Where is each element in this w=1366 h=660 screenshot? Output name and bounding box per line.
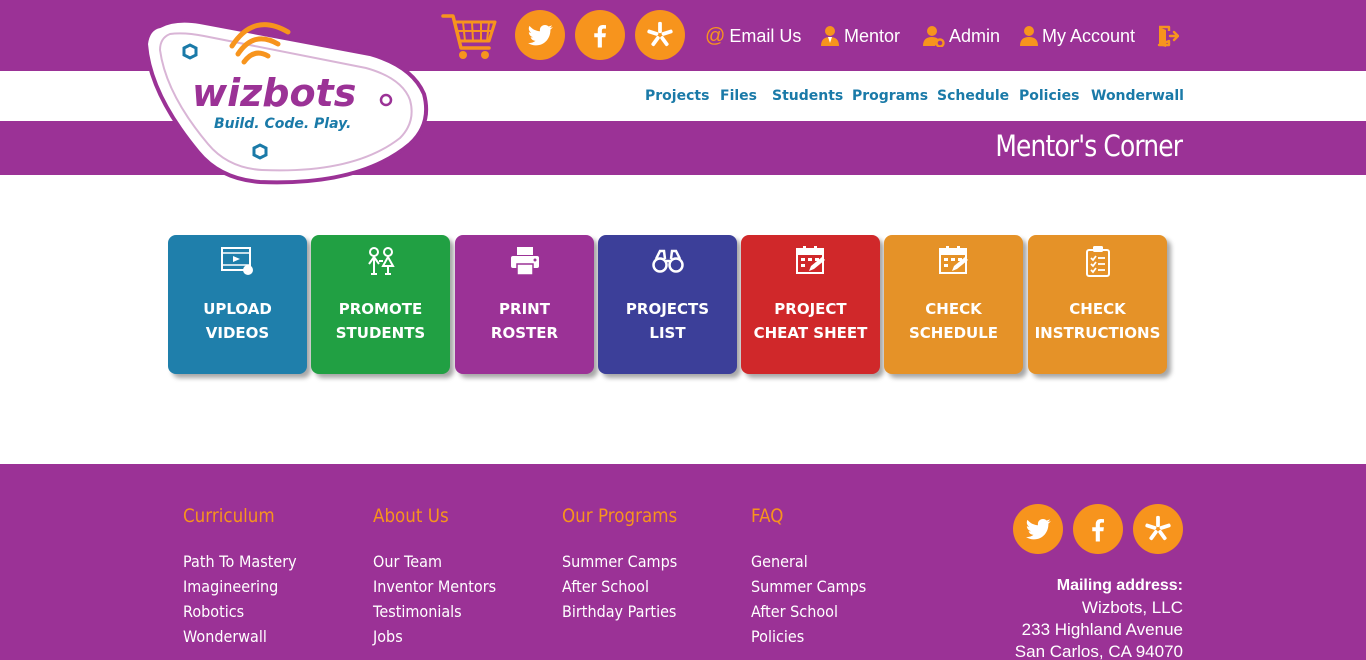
upload-videos-tile[interactable]: UPLOAD VIDEOS bbox=[168, 235, 307, 374]
project-cheat-sheet-tile[interactable]: PROJECT CHEAT SHEET bbox=[741, 235, 880, 374]
mailing-heading: Mailing address: bbox=[1056, 577, 1183, 594]
footer-column-curriculum: Curriculum Path To Mastery Imagineering … bbox=[183, 505, 309, 649]
email-us-link[interactable]: @ Email Us bbox=[705, 24, 801, 48]
my-account-label: My Account bbox=[1042, 25, 1136, 46]
calendar-edit-icon bbox=[795, 245, 827, 277]
promote-students-tile[interactable]: PROMOTE STUDENTS bbox=[311, 235, 450, 374]
footer-heading[interactable]: Our Programs bbox=[562, 505, 677, 531]
nav-files[interactable]: Files bbox=[720, 88, 757, 104]
footer-link[interactable]: Inventor Mentors bbox=[373, 574, 496, 599]
tile-line-2: LIST bbox=[649, 324, 686, 342]
nav-projects[interactable]: Projects bbox=[645, 88, 709, 104]
footer-link[interactable]: Jobs bbox=[373, 624, 496, 649]
printer-icon bbox=[509, 245, 541, 277]
footer-link[interactable]: Robotics bbox=[183, 599, 297, 624]
footer-link[interactable]: General bbox=[751, 549, 866, 574]
admin-label: Admin bbox=[949, 25, 1001, 46]
account-user-icon bbox=[1020, 25, 1038, 47]
check-instructions-tile[interactable]: CHECK INSTRUCTIONS bbox=[1028, 235, 1167, 374]
nav-schedule[interactable]: Schedule bbox=[937, 88, 1009, 104]
nav-policies[interactable]: Policies bbox=[1019, 88, 1079, 104]
tile-line-2: STUDENTS bbox=[335, 324, 426, 342]
mentor-link[interactable]: Mentor bbox=[820, 24, 900, 48]
tile-line-2: CHEAT SHEET bbox=[753, 324, 868, 342]
print-roster-tile[interactable]: PRINT ROSTER bbox=[455, 235, 594, 374]
mailing-line-2: 233 Highland Avenue bbox=[1021, 620, 1183, 639]
footer-column-our-programs: Our Programs Summer Camps After School B… bbox=[562, 505, 693, 624]
calendar-icon bbox=[938, 245, 970, 277]
footer-facebook-icon[interactable] bbox=[1073, 504, 1123, 554]
mailing-line-3: San Carlos, CA 94070 bbox=[1014, 642, 1183, 660]
tile-line-2: SCHEDULE bbox=[908, 324, 999, 342]
cart-icon[interactable] bbox=[441, 10, 497, 62]
footer-link[interactable]: Our Team bbox=[373, 549, 496, 574]
tile-line-1: PROJECTS bbox=[625, 300, 710, 318]
footer-link[interactable]: Testimonials bbox=[373, 599, 496, 624]
footer-twitter-icon[interactable] bbox=[1013, 504, 1063, 554]
tile-line-1: PROMOTE bbox=[338, 300, 423, 318]
footer-link[interactable]: Summer Camps bbox=[562, 549, 680, 574]
logo-wordmark: wizbots bbox=[192, 71, 356, 115]
nav-programs[interactable]: Programs bbox=[852, 88, 928, 104]
my-account-link[interactable]: My Account bbox=[1020, 24, 1135, 48]
admin-user-icon bbox=[923, 25, 945, 47]
tile-line-1: PRINT bbox=[499, 300, 550, 318]
logout-icon[interactable] bbox=[1157, 24, 1179, 48]
footer-yelp-icon[interactable] bbox=[1133, 504, 1183, 554]
logo-tagline: Build. Code. Play. bbox=[214, 116, 351, 132]
tile-line-1: UPLOAD bbox=[203, 300, 272, 318]
projects-list-tile[interactable]: PROJECTS LIST bbox=[598, 235, 737, 374]
students-icon bbox=[364, 245, 398, 277]
footer-column-about-us: About Us Our Team Inventor Mentors Testi… bbox=[373, 505, 510, 649]
mailing-address: Mailing address: Wizbots, LLC 233 Highla… bbox=[1015, 575, 1183, 660]
footer-heading[interactable]: FAQ bbox=[751, 505, 864, 531]
facebook-icon[interactable] bbox=[575, 10, 625, 60]
twitter-icon[interactable] bbox=[515, 10, 565, 60]
tile-line-2: VIDEOS bbox=[205, 324, 270, 342]
video-icon bbox=[220, 245, 255, 277]
footer-link[interactable]: Path To Mastery bbox=[183, 549, 297, 574]
tile-line-1: PROJECT bbox=[774, 300, 847, 318]
footer-link[interactable]: Birthday Parties bbox=[562, 599, 680, 624]
tile-line-1: CHECK bbox=[925, 300, 982, 318]
footer-link[interactable]: After School bbox=[562, 574, 680, 599]
footer-link[interactable]: Policies bbox=[751, 624, 866, 649]
footer-link[interactable]: Imagineering bbox=[183, 574, 297, 599]
tile-line-2: ROSTER bbox=[490, 324, 559, 342]
clipboard-icon bbox=[1084, 245, 1112, 277]
nav-wonderwall[interactable]: Wonderwall bbox=[1091, 88, 1184, 104]
tile-line-2: INSTRUCTIONS bbox=[1034, 324, 1161, 342]
footer-link[interactable]: After School bbox=[751, 599, 866, 624]
yelp-icon[interactable] bbox=[635, 10, 685, 60]
mentor-label: Mentor bbox=[844, 25, 901, 46]
admin-link[interactable]: Admin bbox=[923, 24, 1000, 48]
mailing-line-1: Wizbots, LLC bbox=[1081, 598, 1183, 617]
email-us-label: Email Us bbox=[729, 25, 802, 46]
at-icon: @ bbox=[705, 24, 726, 47]
footer-heading[interactable]: Curriculum bbox=[183, 505, 294, 531]
tile-line-1: CHECK bbox=[1069, 300, 1126, 318]
binoculars-icon bbox=[651, 245, 685, 277]
footer-link[interactable]: Wonderwall bbox=[183, 624, 297, 649]
check-schedule-tile[interactable]: CHECK SCHEDULE bbox=[884, 235, 1023, 374]
page-title: Mentor's Corner bbox=[995, 129, 1183, 163]
mentor-user-icon bbox=[820, 25, 840, 47]
footer-link[interactable]: Summer Camps bbox=[751, 574, 866, 599]
footer-column-faq: FAQ General Summer Camps After School Po… bbox=[751, 505, 879, 649]
nav-students[interactable]: Students bbox=[772, 88, 843, 104]
footer-heading[interactable]: About Us bbox=[373, 505, 493, 531]
wizbots-logo[interactable]: wizbots Build. Code. Play. bbox=[140, 14, 432, 186]
